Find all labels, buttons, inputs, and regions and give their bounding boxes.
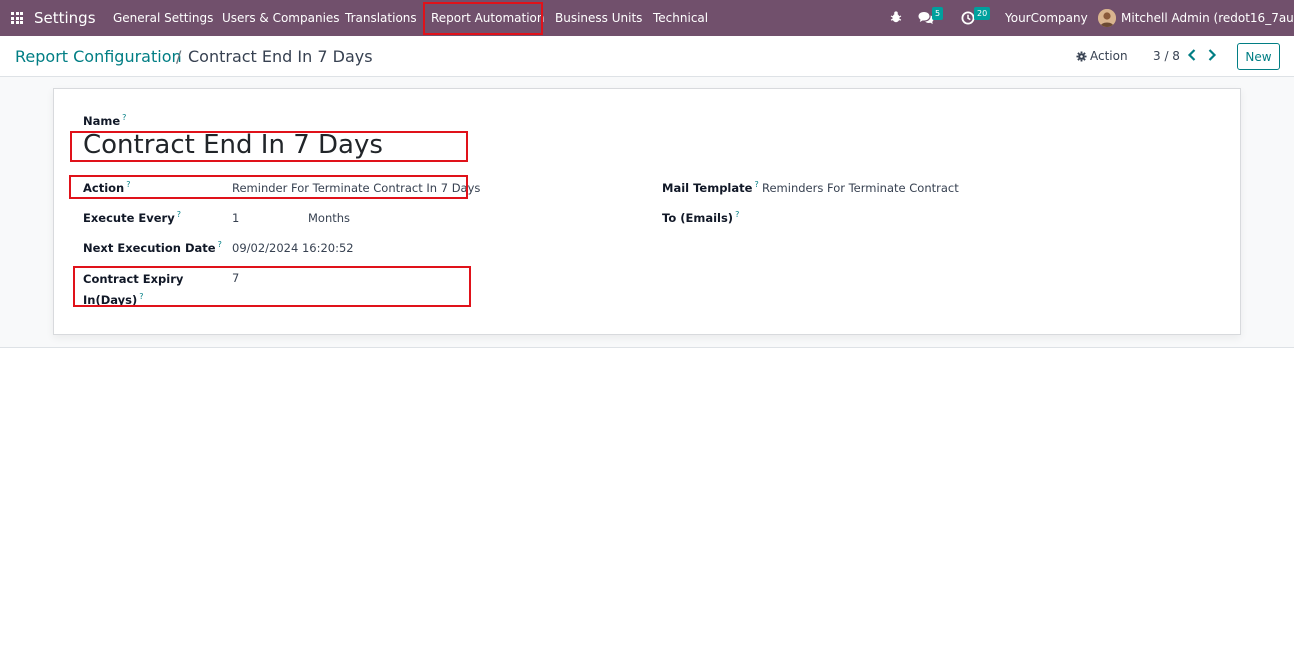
menu-technical[interactable]: Technical (653, 11, 708, 25)
chat-count-badge: 5 (932, 7, 944, 20)
user-menu[interactable]: Mitchell Admin (redot16_7aug) (1121, 11, 1294, 25)
menu-report-automation[interactable]: Report Automation (431, 11, 544, 25)
chevron-left-icon[interactable] (1186, 48, 1198, 62)
name-help-tooltip[interactable]: ? (122, 113, 126, 122)
menu-users-companies[interactable]: Users & Companies (222, 11, 340, 25)
execute-every-unit-field[interactable]: Months (308, 211, 350, 225)
breadcrumb-parent[interactable]: Report Configuration (15, 47, 182, 66)
action-menu-button[interactable]: Action (1076, 49, 1128, 63)
next-execution-field[interactable]: 09/02/2024 16:20:52 (232, 241, 354, 255)
action-help-tooltip[interactable]: ? (126, 180, 130, 189)
mail-template-label: Mail Template? (662, 180, 759, 195)
clock-icon[interactable] (961, 11, 975, 25)
execute-every-help-tooltip[interactable]: ? (177, 210, 181, 219)
next-execution-label: Next Execution Date? (83, 240, 222, 255)
mail-template-field[interactable]: Reminders For Terminate Contract (762, 181, 959, 195)
breadcrumb-separator: / (176, 47, 182, 66)
contract-expiry-field[interactable]: 7 (232, 271, 239, 285)
name-field[interactable]: Contract End In 7 Days (83, 130, 383, 160)
contract-expiry-label: Contract Expiry In(Days)? (83, 272, 184, 307)
to-emails-help-tooltip[interactable]: ? (735, 210, 739, 219)
menu-general-settings[interactable]: General Settings (113, 11, 213, 25)
execute-every-label: Execute Every? (83, 210, 181, 225)
pager-value[interactable]: 3 / 8 (1153, 49, 1180, 63)
form-view: Name? Contract End In 7 Days Action? Rem… (0, 77, 1294, 348)
name-label: Name? (83, 113, 127, 128)
breadcrumb-current: Contract End In 7 Days (188, 47, 373, 66)
action-field[interactable]: Reminder For Terminate Contract In 7 Day… (232, 181, 480, 195)
next-execution-help-tooltip[interactable]: ? (218, 240, 222, 249)
menu-translations[interactable]: Translations (345, 11, 417, 25)
action-field-label: Action? (83, 180, 131, 195)
action-label: Action (1090, 49, 1128, 63)
chevron-right-icon[interactable] (1206, 48, 1218, 62)
user-avatar[interactable] (1098, 9, 1116, 27)
bug-icon[interactable] (889, 10, 903, 24)
company-switcher[interactable]: YourCompany (1005, 11, 1088, 25)
contract-expiry-help-tooltip[interactable]: ? (139, 292, 143, 301)
new-button[interactable]: New (1237, 43, 1280, 70)
mail-template-help-tooltip[interactable]: ? (754, 180, 758, 189)
top-navbar: Settings General Settings Users & Compan… (0, 0, 1294, 36)
gear-icon (1076, 50, 1087, 62)
menu-business-units[interactable]: Business Units (555, 11, 642, 25)
to-emails-label: To (Emails)? (662, 210, 740, 225)
control-panel: Report Configuration / Contract End In 7… (0, 36, 1294, 77)
execute-every-number-field[interactable]: 1 (232, 211, 239, 225)
apps-grid-icon[interactable] (11, 12, 23, 24)
activity-count-badge: 20 (974, 7, 991, 20)
form-sheet: Name? Contract End In 7 Days Action? Rem… (53, 88, 1241, 335)
app-brand[interactable]: Settings (34, 9, 96, 27)
